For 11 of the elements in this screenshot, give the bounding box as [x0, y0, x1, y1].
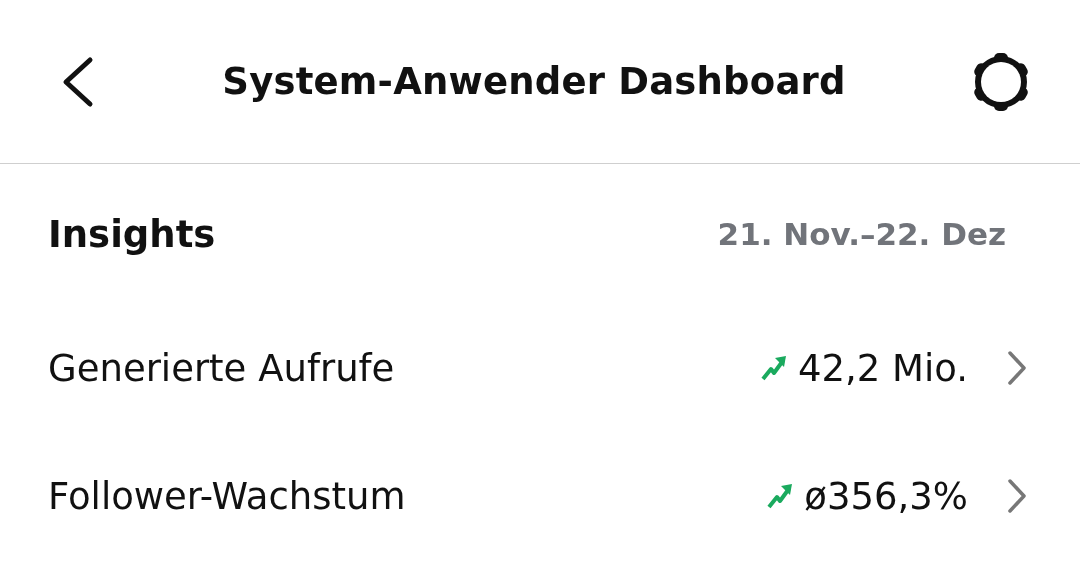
metric-label: Follower-Wachstum	[48, 474, 406, 518]
trend-up-icon	[766, 482, 795, 510]
trend-up-icon	[759, 354, 788, 382]
chevron-right-icon[interactable]	[1006, 349, 1028, 387]
date-range: 21. Nov.–22. Dez	[717, 216, 1007, 252]
section-title: Insights	[48, 212, 216, 256]
metric-value: 42,2 Mio.	[797, 346, 968, 390]
metric-value: ø356,3%	[804, 474, 968, 518]
window-title: System-Anwender Dashboard	[222, 60, 846, 103]
chevron-right-icon[interactable]	[1006, 477, 1028, 515]
metric-label: Generierte Aufrufe	[48, 346, 395, 390]
